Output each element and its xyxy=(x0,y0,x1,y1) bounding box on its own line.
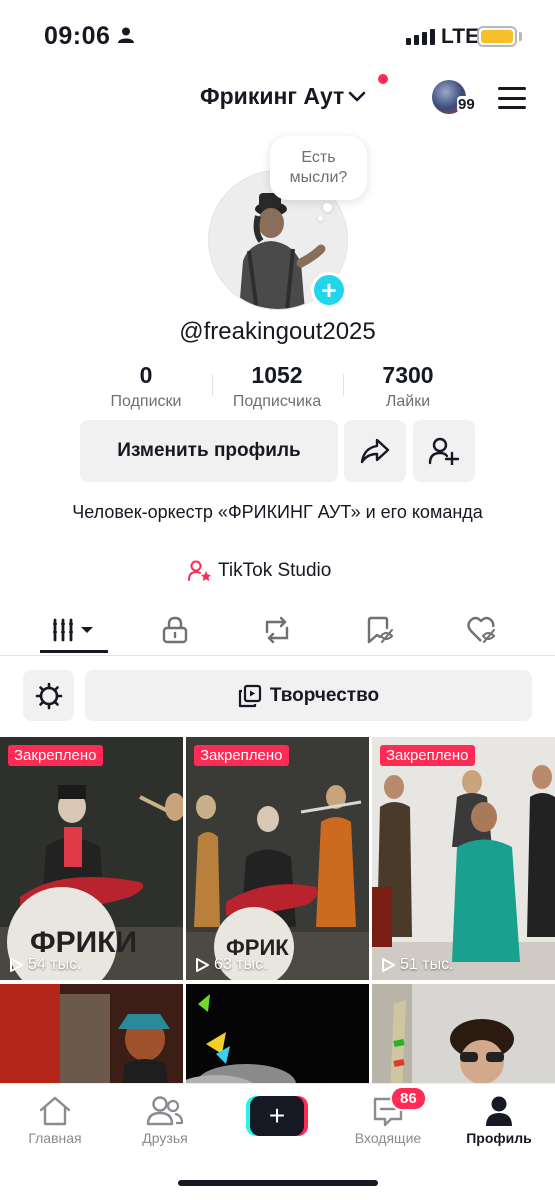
stat-followers-label: Подписчика xyxy=(232,393,322,410)
status-time: 09:06 xyxy=(44,22,111,50)
stat-followers[interactable]: 1052 Подписчика xyxy=(217,362,337,411)
account-switcher[interactable]: Фрикинг Аут xyxy=(200,83,366,110)
play-icon xyxy=(382,958,395,972)
battery-icon xyxy=(477,26,517,47)
svg-text:ФРИКИ: ФРИКИ xyxy=(30,926,137,959)
creativity-label: Творчество xyxy=(269,684,380,706)
video-6-image xyxy=(372,984,555,1087)
nav-home-label: Главная xyxy=(28,1130,82,1146)
view-count: 51 тыс. xyxy=(380,956,454,974)
tab-reposts[interactable] xyxy=(237,604,317,656)
repost-icon xyxy=(265,616,289,644)
video-grid: ФРИКИ Закреплено 54 тыс. ФРИК Закреплено xyxy=(0,737,555,1087)
video-thumbnail-4[interactable] xyxy=(0,984,183,1087)
video-5-image xyxy=(186,984,369,1087)
grid-columns-icon xyxy=(53,618,93,642)
thought-bubble-tail xyxy=(323,203,332,212)
video-3-image xyxy=(372,737,555,980)
home-icon xyxy=(39,1096,71,1126)
pinned-badge: Закреплено xyxy=(194,745,289,766)
tab-favorites[interactable] xyxy=(340,604,420,656)
share-arrow-icon xyxy=(360,438,390,464)
nav-inbox-label: Входящие xyxy=(354,1130,422,1146)
lock-icon xyxy=(162,616,188,644)
battery-cap xyxy=(519,32,522,41)
profile-stats: 0 Подписки 1052 Подписчика 7300 Лайки xyxy=(100,362,460,414)
gear-icon xyxy=(35,682,62,709)
create-button[interactable]: + xyxy=(246,1096,308,1136)
view-count: 63 тыс. xyxy=(194,956,268,974)
bookmark-hidden-icon xyxy=(367,616,394,644)
stat-following-value: 0 xyxy=(139,362,153,388)
profile-tabs xyxy=(0,604,555,656)
person-icon xyxy=(118,27,134,43)
stat-likes[interactable]: 7300 Лайки xyxy=(348,362,468,411)
tab-private[interactable] xyxy=(135,604,215,656)
add-avatar-plus-icon[interactable]: + xyxy=(311,272,347,308)
stat-divider xyxy=(212,374,213,396)
profile-bio: Человек-оркестр «ФРИКИНГ АУТ» и его кома… xyxy=(72,502,483,522)
video-thumbnail-6[interactable] xyxy=(372,984,555,1087)
home-indicator xyxy=(178,1180,378,1186)
filter-row: Творчество xyxy=(0,668,555,724)
video-thumbnail-3[interactable]: Закреплено 51 тыс. xyxy=(372,737,555,980)
pinned-badge: Закреплено xyxy=(8,745,103,766)
signal-icon xyxy=(406,29,435,45)
stat-following[interactable]: 0 Подписки xyxy=(86,362,206,411)
nav-profile[interactable]: Профиль xyxy=(444,1092,554,1146)
view-count-value: 63 тыс. xyxy=(214,956,268,973)
stat-divider xyxy=(343,374,344,396)
plus-icon: + xyxy=(250,1096,304,1136)
stat-followers-value: 1052 xyxy=(251,362,303,388)
thought-bubble-tail-small xyxy=(318,216,323,221)
status-bar: 09:06 LTE xyxy=(0,0,555,72)
stat-following-label: Подписки xyxy=(110,393,182,410)
play-icon xyxy=(10,958,23,972)
nav-friends-label: Друзья xyxy=(142,1130,188,1146)
account-name: Фрикинг Аут xyxy=(200,83,345,109)
nav-profile-label: Профиль xyxy=(466,1130,532,1146)
play-icon xyxy=(196,958,209,972)
share-profile-button[interactable] xyxy=(344,420,406,482)
stat-likes-label: Лайки xyxy=(385,393,431,410)
notification-dot xyxy=(378,74,388,84)
studio-label: TikTok Studio xyxy=(218,560,332,581)
tab-liked[interactable] xyxy=(442,604,522,656)
profile-icon xyxy=(486,1096,512,1126)
edit-profile-button[interactable]: Изменить профиль xyxy=(80,420,338,482)
add-user-icon xyxy=(428,437,460,465)
view-count-value: 54 тыс. xyxy=(28,956,82,973)
pinned-badge: Закреплено xyxy=(380,745,475,766)
video-1-image: ФРИКИ xyxy=(0,737,183,980)
video-2-image: ФРИК xyxy=(186,737,369,980)
nav-friends[interactable]: Друзья xyxy=(110,1092,220,1146)
creativity-button[interactable]: Творчество xyxy=(85,670,532,721)
video-4-image xyxy=(0,984,183,1087)
view-count-value: 51 тыс. xyxy=(400,956,454,973)
active-tab-indicator xyxy=(40,650,108,653)
layers-play-icon xyxy=(238,684,261,707)
sort-settings-button[interactable] xyxy=(23,670,74,721)
friends-icon xyxy=(146,1096,184,1126)
stat-likes-value: 7300 xyxy=(382,362,434,388)
tab-videos[interactable] xyxy=(34,604,114,656)
nav-home[interactable]: Главная xyxy=(0,1092,110,1146)
thought-bubble[interactable]: Есть мысли? xyxy=(270,136,367,200)
studio-user-star-icon xyxy=(188,560,211,581)
chevron-down-icon xyxy=(348,91,366,101)
network-label: LTE xyxy=(441,25,480,48)
header-count-badge: 99 xyxy=(457,96,476,113)
menu-icon[interactable] xyxy=(498,87,526,109)
username: @freakingout2025 xyxy=(179,318,376,345)
video-thumbnail-1[interactable]: ФРИКИ Закреплено 54 тыс. xyxy=(0,737,183,980)
heart-hidden-icon xyxy=(467,616,496,643)
video-thumbnail-2[interactable]: ФРИК Закреплено 63 тыс. xyxy=(186,737,369,980)
add-friend-button[interactable] xyxy=(413,420,475,482)
tiktok-studio-link[interactable]: TikTok Studio xyxy=(188,560,331,582)
video-thumbnail-5[interactable] xyxy=(186,984,369,1087)
view-count: 54 тыс. xyxy=(8,956,82,974)
inbox-badge: 86 xyxy=(390,1086,427,1111)
